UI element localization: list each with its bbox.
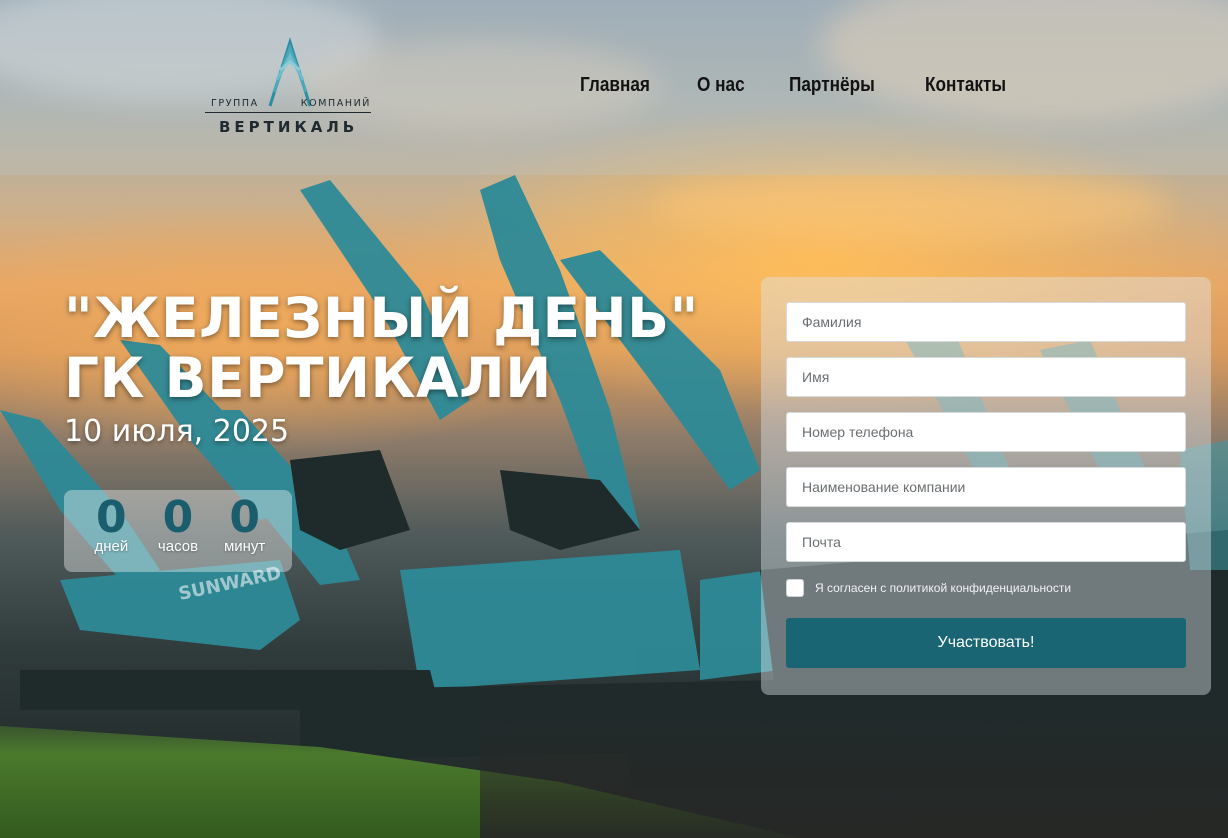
countdown-hours: 0 часов xyxy=(147,494,209,572)
nav-item-contacts[interactable]: Контакты xyxy=(925,74,1006,97)
countdown-timer: 0 дней 0 часов 0 минут xyxy=(64,490,292,572)
countdown-days-label: дней xyxy=(94,538,129,555)
registration-form: Я согласен с политикой конфиденциальност… xyxy=(761,277,1211,695)
logo-text-companies: КОМПАНИЙ xyxy=(300,98,371,109)
countdown-days-value: 0 xyxy=(96,492,127,543)
nav-item-home[interactable]: Главная xyxy=(580,74,650,97)
countdown-hours-value: 0 xyxy=(162,492,194,543)
participate-button[interactable]: Участвовать! xyxy=(786,618,1186,668)
countdown-hours-label: часов xyxy=(157,538,199,555)
countdown-minutes-value: 0 xyxy=(229,492,260,543)
email-input[interactable] xyxy=(786,522,1186,562)
logo-divider xyxy=(205,112,371,113)
phone-input[interactable] xyxy=(786,412,1186,452)
event-title-line-2: ГК ВЕРТИКАЛИ xyxy=(64,346,552,410)
company-logo[interactable]: ГРУППА КОМПАНИЙ ВЕРТИКАЛЬ xyxy=(205,36,375,142)
privacy-consent-label: Я согласен с политикой конфиденциальност… xyxy=(815,581,1072,595)
first-name-input[interactable] xyxy=(786,357,1186,397)
logo-text-group: ГРУППА xyxy=(211,98,259,109)
logo-name: ВЕРТИКАЛЬ xyxy=(219,118,359,136)
countdown-minutes-label: минут xyxy=(223,538,266,555)
privacy-consent: Я согласен с политикой конфиденциальност… xyxy=(786,577,1186,599)
site-header: ГРУППА КОМПАНИЙ ВЕРТИКАЛЬ Главная О нас … xyxy=(0,0,1228,175)
nav-item-about[interactable]: О нас xyxy=(697,74,745,97)
event-title-line-1: "ЖЕЛЕЗНЫЙ ДЕНЬ" xyxy=(64,286,699,350)
nav-item-partners[interactable]: Партнёры xyxy=(789,74,875,97)
last-name-input[interactable] xyxy=(786,302,1186,342)
event-title: "ЖЕЛЕЗНЫЙ ДЕНЬ" ГК ВЕРТИКАЛИ xyxy=(64,288,699,408)
countdown-minutes: 0 минут xyxy=(214,494,276,572)
main-nav: Главная О нас Партнёры Контакты xyxy=(580,74,1009,97)
event-date: 10 июля, 2025 xyxy=(64,414,290,449)
company-name-input[interactable] xyxy=(786,467,1186,507)
countdown-days: 0 дней xyxy=(80,494,142,572)
privacy-consent-checkbox[interactable] xyxy=(786,579,804,597)
